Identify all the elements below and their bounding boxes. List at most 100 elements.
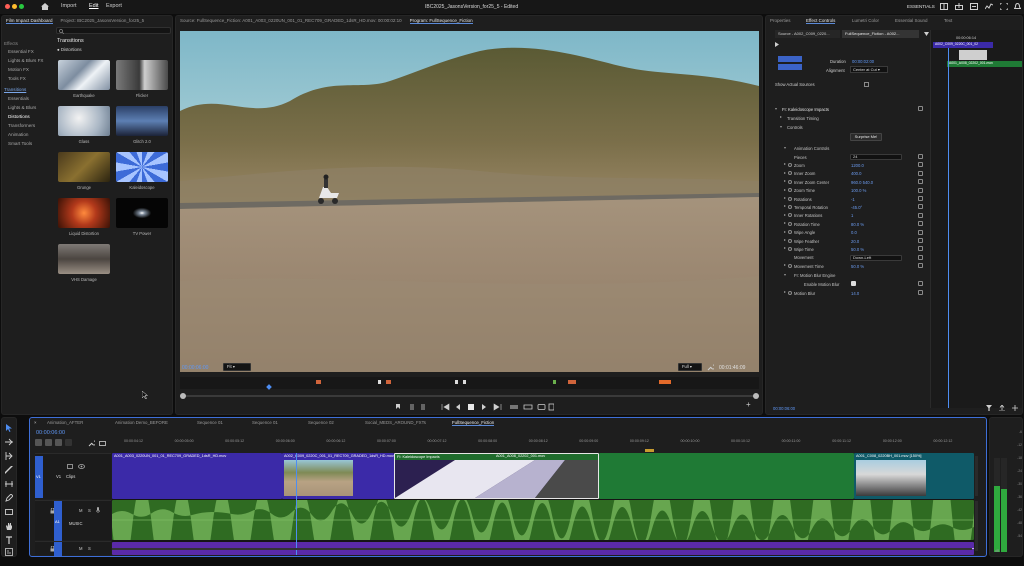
reset-icon[interactable] [918,221,923,227]
thumb-grunge[interactable] [58,152,110,182]
selection-tool-icon[interactable] [5,424,13,432]
reset-icon[interactable] [918,196,923,201]
category-essential-fx[interactable]: Essential FX [8,49,34,54]
category-lights-blurs[interactable]: Lights & Blurs [8,105,36,110]
type-tool-icon[interactable] [5,536,13,544]
close-sequence-tab-icon[interactable]: × [34,420,37,425]
effect-param-row[interactable]: Zoom 1200.0 [766,161,926,169]
fullscreen-icon[interactable] [1000,3,1008,10]
clip-a[interactable]: A001_A003_0220UN_001_01_REC709_GRADED_1d… [112,453,282,499]
tab-properties[interactable]: Properties [770,18,791,23]
pen-tool-icon[interactable] [5,494,13,502]
menu-export[interactable]: Export [106,3,122,9]
work-area-bar[interactable] [112,449,972,452]
go-to-in-icon[interactable] [441,403,450,411]
tab-program-monitor[interactable]: Program: FullSequence_Fiction [409,18,473,24]
category-essentials[interactable]: Essentials [8,96,29,101]
mini-playhead[interactable] [948,48,949,408]
stopwatch-icon[interactable] [788,246,792,251]
enable-motion-blur-checkbox[interactable] [851,281,856,287]
effect-row-kaleidoscope[interactable]: FI: Kaleidoscope Impacts [766,105,926,113]
timeline-playhead[interactable] [296,453,297,555]
disclosure-icon[interactable] [784,230,786,233]
add-marker-icon[interactable] [396,404,400,409]
marker-7[interactable] [568,380,576,384]
insert-icon[interactable] [510,405,518,409]
workspace-label[interactable]: ESSENTIALS [907,4,935,9]
zoom-window-button[interactable] [19,4,24,9]
audio-track-scrollbar[interactable] [975,501,978,551]
category-animation[interactable]: Animation [8,132,28,137]
reset-icon[interactable] [918,106,923,111]
effect-param-row[interactable]: Movement Time 50.0 % [766,262,926,270]
disclosure-icon[interactable] [784,247,786,250]
category-motion-fx[interactable]: Motion FX [8,67,29,72]
effect-row-enable-motion-blur[interactable]: Enable Motion Blur [766,280,926,288]
tab-film-impact-dashboard[interactable]: Film Impact Dashboard [6,18,53,24]
disclosure-icon[interactable] [780,116,782,118]
stopwatch-icon[interactable] [788,290,792,295]
mark-out-icon[interactable] [421,404,425,410]
thumb-glitch[interactable] [116,106,168,136]
disclosure-icon[interactable] [784,180,786,183]
export-frame-icon[interactable] [537,404,546,410]
effect-param-row[interactable]: Inner Rotations 1 [766,212,926,220]
thumb-flicker[interactable] [116,60,168,90]
marker-3[interactable] [386,380,391,384]
step-forward-icon[interactable] [482,404,486,410]
sequence-tab-sequence-01a[interactable]: Sequence 01 [197,420,223,425]
effect-param-row[interactable]: Inner Zoom Center 960.0 540.0 [766,178,926,186]
marker-4[interactable] [455,380,458,384]
track-name-v1[interactable]: Clips [66,474,75,479]
disclosure-icon[interactable] [784,213,786,216]
stopwatch-icon[interactable] [788,213,792,218]
sequence-tab-animation-demo-before[interactable]: Animation Demo_BEFORE [115,420,168,425]
ripple-edit-tool-icon[interactable] [5,452,13,460]
mark-in-icon[interactable] [410,404,414,410]
tab-effect-controls[interactable]: Effect Controls [806,18,836,24]
quick-export-icon[interactable] [970,3,978,10]
effect-row-animation-controls[interactable]: Animation Controls [766,144,926,152]
param-select[interactable]: 24 [850,153,902,160]
disclosure-icon[interactable] [784,188,786,191]
stopwatch-icon[interactable] [788,230,792,235]
effect-row-motion-blur-engine[interactable]: FI: Motion Blur Engine [766,271,926,279]
transitions-section-title[interactable]: Transitions [4,87,26,92]
effect-row-controls[interactable]: Controls [766,123,926,131]
param-value[interactable]: 0.0 [851,230,857,235]
show-actual-sources-checkbox[interactable] [864,82,869,87]
category-lights-blurs-fx[interactable]: Lights & Blurs FX [8,58,44,63]
progress-icon[interactable] [985,3,993,10]
menu-edit[interactable]: Edit [89,3,98,9]
reset-icon[interactable] [918,238,923,243]
alignment-select[interactable]: Center at Cut ▾ [850,66,888,73]
track-a2-solo-toggle[interactable]: S [88,546,91,551]
tab-source-monitor[interactable]: Source: FullSequence_Fiction: A001_A003_… [180,18,402,24]
effect-mini-timeline[interactable]: 00:00:06:14 A002_C009_0220C_001_02 A001_… [930,30,1022,408]
close-window-button[interactable] [5,4,10,9]
wrench-icon[interactable] [707,364,714,371]
param-value[interactable]: 50.0 % [851,264,864,269]
disclosure-icon[interactable] [784,291,786,293]
go-to-out-icon[interactable] [493,403,502,411]
stopwatch-icon[interactable] [788,196,792,201]
share-icon[interactable] [955,3,963,10]
stop-icon[interactable] [468,404,474,410]
mini-clip-a[interactable]: A002_C009_0220C_001_02 [933,42,993,48]
effect-row-transition-timing[interactable]: Transition Timing [766,114,926,122]
category-distortions[interactable]: Distortions [8,114,30,119]
slip-tool-icon[interactable] [5,480,13,488]
timeline-settings-icon[interactable] [65,439,72,446]
param-value[interactable]: -1 [851,197,855,202]
reset-icon[interactable] [918,263,923,269]
add-button-icon[interactable]: + [746,400,751,409]
source-patch-a2[interactable] [54,542,62,556]
disclosure-icon[interactable] [784,222,786,225]
audio-clip-music[interactable] [112,500,974,540]
caption-tool-icon[interactable] [5,548,13,556]
disclosure-icon[interactable] [775,108,777,110]
clip-c-tail[interactable] [599,453,854,499]
thumb-tv-power[interactable] [116,198,168,228]
param-value[interactable]: 960.0 540.0 [851,180,873,185]
motion-blur-value[interactable]: 14.0 [851,291,859,296]
